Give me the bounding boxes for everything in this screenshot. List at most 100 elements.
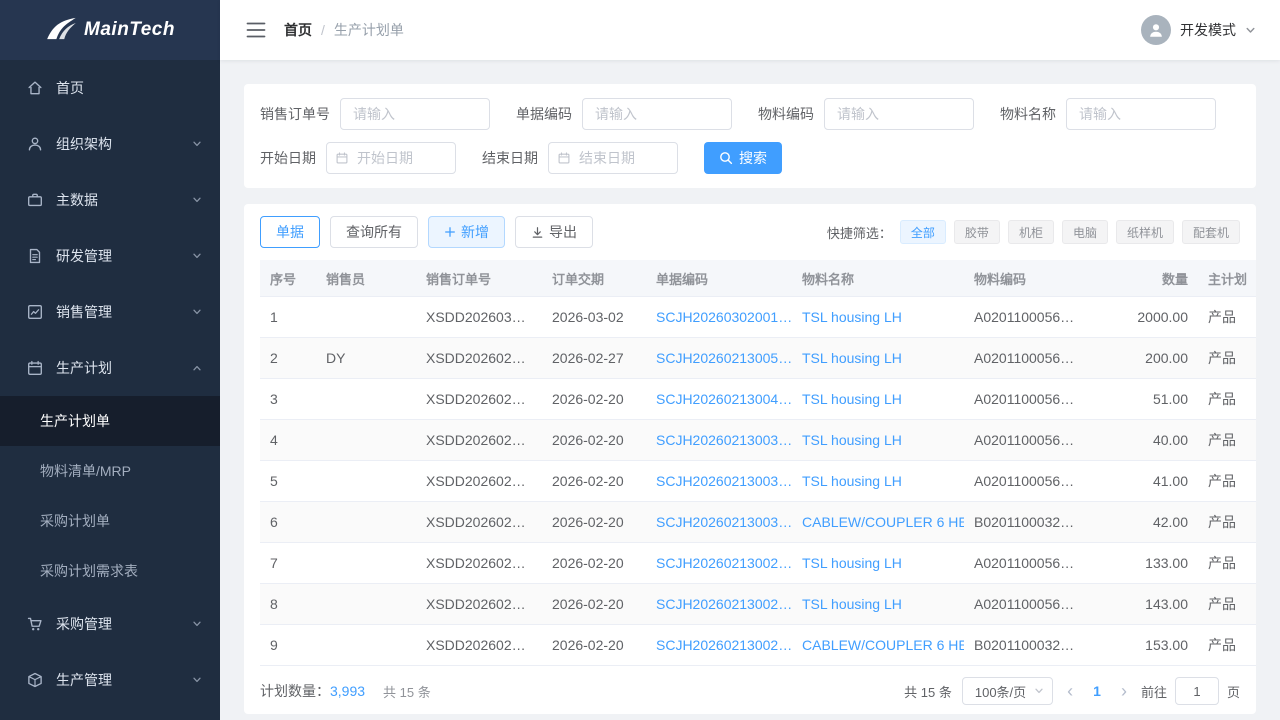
- cell-delivery_date: 2026-02-27: [542, 350, 646, 366]
- main-area: 首页 / 生产计划单 开发模式 销售订单号: [220, 0, 1280, 720]
- cell-doc_code[interactable]: SCJH20260213002…: [646, 555, 792, 571]
- plan-qty-value[interactable]: 3,993: [330, 683, 365, 699]
- home-icon: [26, 79, 44, 97]
- sidebar-item-purchasing[interactable]: 采购管理: [0, 596, 220, 652]
- cell-quantity: 200.00: [1088, 350, 1198, 366]
- current-page[interactable]: 1: [1087, 683, 1107, 699]
- filter-label: 结束日期: [482, 148, 538, 168]
- cell-material_name[interactable]: TSL housing LH: [792, 432, 964, 448]
- cell-material_name[interactable]: TSL housing LH: [792, 555, 964, 571]
- material-name-input[interactable]: [1066, 98, 1216, 130]
- cell-material_code: A0201100056…: [964, 473, 1088, 489]
- cell-material_name[interactable]: TSL housing LH: [792, 473, 964, 489]
- breadcrumb: 首页 / 生产计划单: [284, 20, 404, 40]
- sidebar-item-sales[interactable]: 销售管理: [0, 284, 220, 340]
- column-header-plan_type: 主计划: [1198, 269, 1256, 288]
- plus-icon: [444, 226, 456, 238]
- submenu-item-bom-mrp[interactable]: 物料清单/MRP: [0, 446, 220, 496]
- user-menu[interactable]: 开发模式: [1141, 15, 1256, 45]
- submenu-item-label: 物料清单/MRP: [40, 461, 131, 481]
- sidebar-item-label: 研发管理: [56, 246, 192, 266]
- sidebar-item-production-plan[interactable]: 生产计划: [0, 340, 220, 396]
- cell-material_name[interactable]: CABLEW/COUPLER 6 HE: [792, 637, 964, 653]
- calendar-icon: [26, 359, 44, 377]
- column-header-material_code: 物料编码: [964, 269, 1088, 288]
- quick-filter-chip[interactable]: 机柜: [1008, 220, 1054, 244]
- search-button[interactable]: 搜索: [704, 142, 782, 174]
- table-row: 2DYXSDD202602…2026-02-27SCJH20260213005……: [260, 338, 1256, 379]
- quick-filter-chip[interactable]: 配套机: [1182, 220, 1240, 244]
- start-date-input[interactable]: [326, 142, 456, 174]
- cell-material_name[interactable]: CABLEW/COUPLER 6 HE: [792, 514, 964, 530]
- goto-page-input[interactable]: [1175, 677, 1219, 705]
- cell-order_no: XSDD202602…: [416, 555, 542, 571]
- chevron-down-icon: [192, 675, 202, 685]
- cell-seq: 4: [260, 432, 316, 448]
- sidebar-submenu: 生产计划单 物料清单/MRP 采购计划单 采购计划需求表: [0, 396, 220, 596]
- submenu-item-label: 生产计划单: [40, 411, 110, 431]
- submenu-item-purchase-plan-demand[interactable]: 采购计划需求表: [0, 546, 220, 596]
- material-code-input[interactable]: [824, 98, 974, 130]
- sidebar: MainTech 首页 组织架构 主数据: [0, 0, 220, 720]
- user-icon: [26, 135, 44, 153]
- hamburger-icon: [246, 21, 266, 39]
- quick-filter-chip[interactable]: 纸样机: [1116, 220, 1174, 244]
- cell-seq: 5: [260, 473, 316, 489]
- sidebar-item-label: 生产计划: [56, 358, 192, 378]
- cell-doc_code[interactable]: SCJH20260213002…: [646, 637, 792, 653]
- filter-label: 物料名称: [1000, 104, 1056, 124]
- submenu-item-purchase-plan-order[interactable]: 采购计划单: [0, 496, 220, 546]
- cell-doc_code[interactable]: SCJH20260302001…: [646, 309, 792, 325]
- cell-material_code: A0201100056…: [964, 596, 1088, 612]
- quick-filter-chip[interactable]: 全部: [900, 220, 946, 244]
- cell-material_name[interactable]: TSL housing LH: [792, 309, 964, 325]
- briefcase-icon: [26, 191, 44, 209]
- cell-order_no: XSDD202602…: [416, 391, 542, 407]
- sidebar-item-label: 主数据: [56, 190, 192, 210]
- chart-icon: [26, 303, 44, 321]
- cell-doc_code[interactable]: SCJH20260213005…: [646, 350, 792, 366]
- cell-seq: 7: [260, 555, 316, 571]
- prev-page-button[interactable]: ‹: [1063, 682, 1077, 700]
- cell-quantity: 143.00: [1088, 596, 1198, 612]
- doc-button[interactable]: 单据: [260, 216, 320, 248]
- end-date-input[interactable]: [548, 142, 678, 174]
- person-icon: [1147, 21, 1165, 39]
- sidebar-item-organization[interactable]: 组织架构: [0, 116, 220, 172]
- cell-doc_code[interactable]: SCJH20260213003…: [646, 473, 792, 489]
- sidebar-item-master-data[interactable]: 主数据: [0, 172, 220, 228]
- page-size-value: 100条/页: [975, 682, 1026, 701]
- sales-order-input[interactable]: [340, 98, 490, 130]
- cell-doc_code[interactable]: SCJH20260213003…: [646, 432, 792, 448]
- chevron-down-icon: [1245, 25, 1256, 36]
- quick-filter-chip[interactable]: 电脑: [1062, 220, 1108, 244]
- quick-filter-chip[interactable]: 胶带: [954, 220, 1000, 244]
- cell-plan_type: 产品: [1198, 635, 1256, 655]
- cell-delivery_date: 2026-02-20: [542, 555, 646, 571]
- cell-plan_type: 产品: [1198, 471, 1256, 491]
- add-button[interactable]: 新增: [428, 216, 505, 248]
- submenu-item-production-plan-order[interactable]: 生产计划单: [0, 396, 220, 446]
- sidebar-toggle-button[interactable]: [246, 21, 266, 39]
- sidebar-item-home[interactable]: 首页: [0, 60, 220, 116]
- query-all-button[interactable]: 查询所有: [330, 216, 418, 248]
- cell-doc_code[interactable]: SCJH20260213003…: [646, 514, 792, 530]
- cell-material_code: A0201100056…: [964, 432, 1088, 448]
- cell-delivery_date: 2026-02-20: [542, 637, 646, 653]
- breadcrumb-home[interactable]: 首页: [284, 20, 312, 40]
- sidebar-item-rnd[interactable]: 研发管理: [0, 228, 220, 284]
- cell-plan_type: 产品: [1198, 594, 1256, 614]
- page-size-select[interactable]: 100条/页: [962, 677, 1053, 705]
- cell-doc_code[interactable]: SCJH20260213002…: [646, 596, 792, 612]
- cell-material_name[interactable]: TSL housing LH: [792, 391, 964, 407]
- cell-material_name[interactable]: TSL housing LH: [792, 596, 964, 612]
- doc-code-input[interactable]: [582, 98, 732, 130]
- cell-delivery_date: 2026-02-20: [542, 596, 646, 612]
- export-button[interactable]: 导出: [515, 216, 593, 248]
- cell-doc_code[interactable]: SCJH20260213004…: [646, 391, 792, 407]
- sidebar-item-production-mgmt[interactable]: 生产管理: [0, 652, 220, 708]
- column-header-doc_code: 单据编码: [646, 269, 792, 288]
- next-page-button[interactable]: ›: [1117, 682, 1131, 700]
- cell-material_name[interactable]: TSL housing LH: [792, 350, 964, 366]
- table-body: 1XSDD202603…2026-03-02SCJH20260302001…TS…: [260, 297, 1256, 666]
